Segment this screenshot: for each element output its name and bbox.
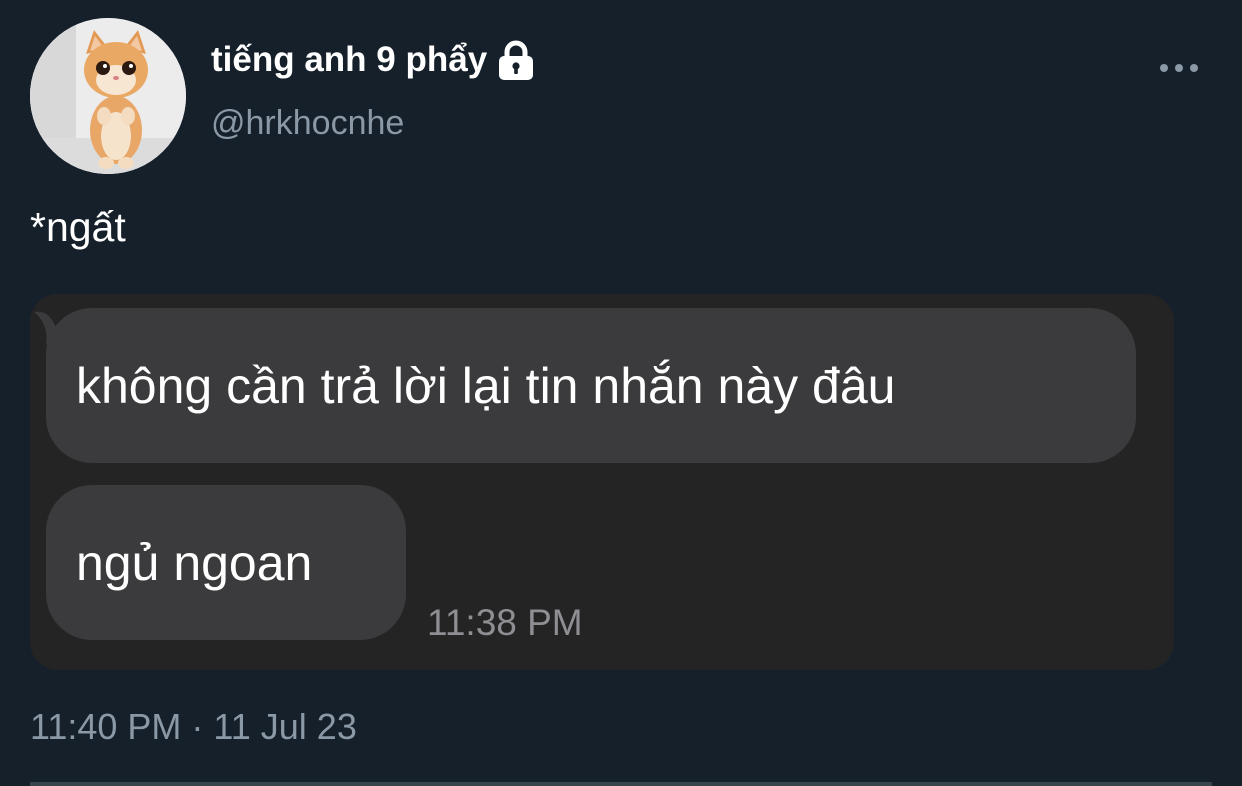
author-name-row[interactable]: tiếng anh 9 phẩy xyxy=(211,38,535,82)
message-time: 11:38 PM xyxy=(427,602,583,643)
message-text: ngủ ngoan xyxy=(76,534,313,591)
more-horizontal-icon xyxy=(1160,64,1198,72)
message-bubble: không cần trả lời lại tin nhắn này đâu xyxy=(46,308,1136,463)
tweet-text: *ngất xyxy=(30,204,126,250)
message-text: không cần trả lời lại tin nhắn này đâu xyxy=(76,357,896,414)
more-options-button[interactable] xyxy=(1156,54,1202,82)
author-handle[interactable]: @hrkhocnhe xyxy=(211,104,404,143)
attached-message-screenshot[interactable]: không cần trả lời lại tin nhắn này đâu n… xyxy=(30,294,1174,670)
avatar[interactable] xyxy=(30,18,186,174)
message-bubble: ngủ ngoan xyxy=(46,485,406,640)
kitten-avatar-image xyxy=(30,18,186,174)
author-display-name[interactable]: tiếng anh 9 phẩy xyxy=(211,40,487,80)
lock-icon xyxy=(497,40,535,80)
tweet-timestamp[interactable]: 11:40 PM · 11 Jul 23 xyxy=(30,706,357,748)
divider xyxy=(30,782,1212,786)
